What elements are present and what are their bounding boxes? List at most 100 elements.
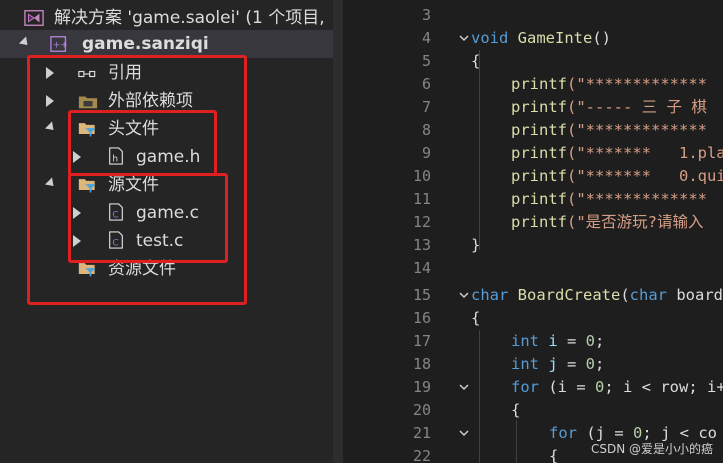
line-number: 20: [412, 401, 431, 419]
header-file-label: game.h: [136, 147, 201, 167]
function-name: printf: [511, 98, 567, 116]
brace: {: [511, 401, 521, 419]
number-literal: 0: [585, 332, 596, 350]
fold-chevron-icon[interactable]: [459, 33, 469, 43]
indent-guide: [516, 420, 517, 463]
collapsed-chevron-icon[interactable]: [73, 235, 81, 247]
function-name: printf: [511, 144, 567, 162]
variable: j: [539, 355, 558, 373]
project-node[interactable]: ++ game.sanziqi: [0, 30, 333, 58]
indent-guide: [479, 330, 480, 463]
source-file-label: game.c: [136, 203, 199, 223]
line-number: 13: [412, 236, 431, 254]
filter-folder-icon: [78, 179, 96, 193]
expanded-chevron-icon[interactable]: [18, 36, 32, 49]
string-literal: ("******* 0.qui: [567, 167, 723, 185]
code-line-8: printf("*************: [511, 119, 707, 142]
brace: }: [471, 236, 481, 254]
filter-folder-icon: [78, 263, 96, 277]
code-line-13: }: [471, 234, 480, 257]
code-editor[interactable]: 3 4 5 6 7 8 9 10 11 12 13 14 15 16 17 18…: [343, 0, 723, 463]
line-number: 7: [421, 98, 431, 116]
expression: (i =: [539, 378, 595, 396]
code-line-17: int i = 0;: [511, 330, 604, 353]
number-literal: 0: [595, 378, 605, 396]
expanded-chevron-icon[interactable]: [44, 121, 58, 134]
watermark: CSDN @爱是小小的癌: [590, 442, 713, 456]
expression: ; i < row; i+: [604, 378, 723, 396]
svg-text:h: h: [112, 154, 118, 164]
brace: {: [549, 447, 559, 463]
code-line-22: {: [549, 445, 558, 463]
punctuation: (: [620, 286, 630, 304]
line-number: 15: [412, 286, 431, 304]
collapsed-chevron-icon[interactable]: [46, 67, 54, 79]
punctuation: ;: [595, 355, 605, 373]
code-line-16: {: [471, 307, 480, 330]
cpp-project-icon: ++: [50, 36, 68, 52]
splitter[interactable]: [333, 0, 343, 463]
resource-files-label: 资源文件: [108, 259, 176, 279]
line-number: 22: [412, 447, 431, 463]
visual-studio-solution-icon: [24, 10, 44, 26]
svg-text:++: ++: [53, 41, 68, 51]
operator: =: [557, 355, 586, 373]
code-line-9: printf("******* 1.pla: [511, 142, 723, 165]
line-number: 3: [421, 6, 431, 24]
code-line-19: for (i = 0; i < row; i+: [511, 376, 723, 399]
keyword: char: [629, 286, 667, 304]
function-name: printf: [511, 121, 567, 139]
references-icon: [78, 70, 96, 78]
collapsed-chevron-icon[interactable]: [73, 207, 81, 219]
solution-title: 解决方案 'game.saolei' (1 个项目,: [54, 8, 325, 28]
punctuation: (): [592, 29, 611, 47]
function-name: printf: [511, 190, 567, 208]
line-number: 9: [421, 144, 431, 162]
number-literal: 0: [585, 355, 596, 373]
line-number: 4: [421, 29, 431, 47]
line-number: 8: [421, 121, 431, 139]
line-number: 10: [412, 167, 431, 185]
string-literal: ("*************: [567, 75, 707, 93]
code-line-6: printf("*************: [511, 73, 707, 96]
collapsed-chevron-icon[interactable]: [73, 151, 81, 163]
function-name: printf: [511, 167, 567, 185]
keyword: for: [511, 378, 539, 396]
fold-chevron-icon[interactable]: [459, 428, 469, 438]
parameter: board: [667, 286, 723, 304]
line-number-gutter: 3 4 5 6 7 8 9 10 11 12 13 14 15 16 17 18…: [343, 0, 431, 463]
punctuation: ;: [595, 332, 605, 350]
header-file-icon: h: [109, 147, 123, 165]
references-label: 引用: [108, 63, 142, 83]
code-line-12: printf("是否游玩?请输入: [511, 211, 704, 234]
function-name: BoardCreate: [517, 286, 621, 304]
filter-folder-icon: [78, 123, 96, 137]
project-name: game.sanziqi: [82, 34, 209, 54]
solution-explorer: 解决方案 'game.saolei' (1 个项目, ++ game.sanzi…: [0, 0, 333, 463]
code-line-20: {: [511, 399, 520, 422]
fold-chevron-icon[interactable]: [459, 290, 469, 300]
code-line-10: printf("******* 0.qui: [511, 165, 723, 188]
variable: i: [539, 332, 558, 350]
svg-text:C: C: [112, 210, 118, 220]
header-files-label: 头文件: [108, 119, 159, 139]
expanded-chevron-icon[interactable]: [44, 177, 58, 190]
source-files-label: 源文件: [108, 175, 159, 195]
line-number: 18: [412, 355, 431, 373]
fold-chevron-icon[interactable]: [459, 382, 469, 392]
line-number: 12: [412, 213, 431, 231]
svg-text:C: C: [112, 238, 118, 248]
string-literal: ("*************: [567, 121, 707, 139]
keyword: void: [471, 29, 509, 47]
source-file-label: test.c: [136, 231, 184, 251]
external-deps-label: 外部依赖项: [108, 91, 193, 111]
function-name: printf: [511, 213, 567, 231]
string-literal: ("******* 1.pla: [567, 144, 723, 162]
collapsed-chevron-icon[interactable]: [46, 95, 54, 107]
string-literal: ("----- 三 子 棋: [567, 98, 707, 116]
line-number: 19: [412, 378, 431, 396]
line-number: 11: [412, 190, 431, 208]
code-line-7: printf("----- 三 子 棋: [511, 96, 707, 119]
brace: {: [471, 52, 481, 70]
keyword: char: [471, 286, 509, 304]
